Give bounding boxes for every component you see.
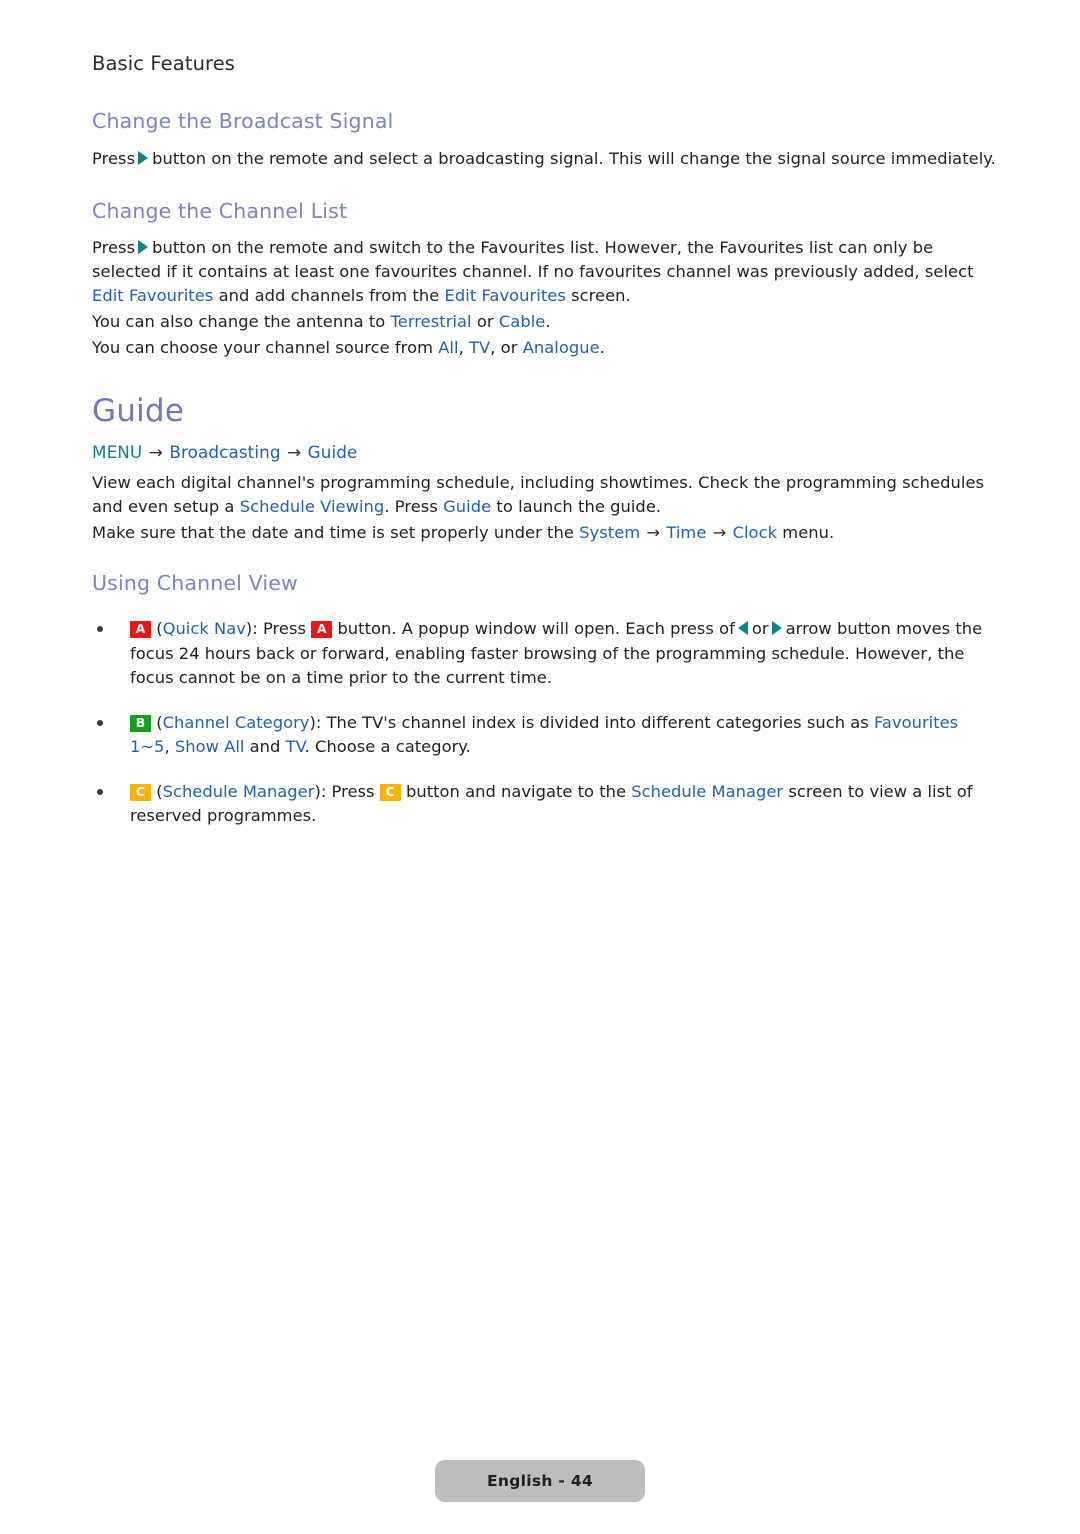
text-guide-part-2: . Press [384, 496, 438, 516]
text-press-label: Press [92, 148, 136, 168]
key-badge-a-icon: A [130, 621, 151, 639]
section-heading-using-channel-view: Using Channel View [92, 570, 298, 595]
paragraph-broadcast-signal: Press button on the remote and select a b… [92, 147, 998, 171]
breadcrumb-item-broadcasting: Broadcasting [169, 441, 281, 462]
text-antenna-part-1: You can also change the antenna to [92, 312, 386, 332]
right-arrow-icon [138, 240, 149, 255]
menu-arrow-icon: → [646, 522, 661, 542]
text-category-part-2: . Choose a category. [304, 737, 471, 757]
term-tv: TV [469, 338, 491, 358]
term-schedule-manager: Schedule Manager [162, 781, 315, 801]
key-badge-c-inline-icon: C [379, 783, 401, 801]
term-all: All [438, 338, 459, 358]
term-terrestrial: Terrestrial [390, 312, 472, 332]
term-clock: Clock [732, 522, 778, 542]
document-page: Basic Features Change the Broadcast Sign… [0, 0, 1080, 1534]
text-clock-part-2: menu. [782, 522, 835, 542]
menu-arrow-icon: → [712, 522, 727, 542]
running-head: Basic Features [92, 52, 236, 75]
term-analogue: Analogue [522, 338, 600, 358]
text-close-paren: ): The TV's channel index is divided int… [309, 712, 869, 732]
term-schedule-manager-screen: Schedule Manager [631, 781, 784, 801]
right-arrow-icon [771, 621, 782, 636]
text-channel-list-part-1: button on the remote and switch to the F… [92, 238, 974, 282]
text-channel-list-part-2: and add channels from the [218, 286, 440, 306]
term-cable: Cable [498, 312, 546, 332]
text-quick-nav-part-1: button. A popup window will open. Each p… [337, 619, 735, 639]
text-guide-part-3: to launch the guide. [496, 496, 662, 516]
term-guide: Guide [443, 496, 492, 516]
text-source-part-2: , or [490, 338, 518, 358]
text-press-label: Press [92, 238, 136, 258]
key-badge-a-inline-icon: A [311, 621, 333, 639]
text-quick-nav-part-2: or [751, 619, 769, 639]
text-source-sep-1: , [458, 338, 464, 358]
paragraph-guide-2: Make sure that the date and time is set … [92, 521, 998, 545]
key-badge-c-icon: C [130, 783, 151, 801]
term-edit-favourites-screen: Edit Favourites [444, 286, 566, 306]
list-item: B (Channel Category): The TV's channel i… [90, 711, 998, 760]
term-tv: TV [285, 737, 305, 757]
text-schedule-manager-part-1: button and navigate to the [406, 781, 627, 801]
text-close-paren: ): Press [314, 781, 375, 801]
term-time: Time [666, 522, 707, 542]
text-close-paren: ): Press [245, 619, 306, 639]
text-category-sep-1: , [164, 737, 170, 757]
channel-view-bullet-list: A (Quick Nav): Press A button. A popup w… [90, 617, 998, 829]
text-antenna-part-2: or [476, 312, 494, 332]
term-show-all: Show All [174, 737, 245, 757]
paragraph-channel-list-1: Press button on the remote and switch to … [92, 236, 998, 308]
breadcrumb-arrow-icon: → [148, 441, 163, 462]
text-broadcast-signal-body: button on the remote and select a broadc… [152, 148, 996, 168]
page-footer: English - 44 [0, 1460, 1080, 1502]
breadcrumb-root-menu: MENU [92, 441, 143, 462]
text-category-part-1: and [249, 737, 281, 757]
term-edit-favourites: Edit Favourites [92, 286, 214, 306]
text-clock-part-1: Make sure that the date and time is set … [92, 522, 574, 542]
list-item: A (Quick Nav): Press A button. A popup w… [90, 617, 998, 691]
section-heading-channel-list: Change the Channel List [92, 198, 348, 223]
page-number-badge: English - 44 [435, 1460, 645, 1502]
text-source-part-3: . [599, 338, 605, 358]
list-item: C (Schedule Manager): Press C button and… [90, 780, 998, 829]
key-badge-b-icon: B [130, 714, 151, 732]
paragraph-channel-list-2: You can also change the antenna to Terre… [92, 310, 998, 334]
breadcrumb-menu-path: MENU → Broadcasting → Guide [92, 442, 998, 462]
paragraph-guide-1: View each digital channel's programming … [92, 471, 998, 519]
right-arrow-icon [138, 150, 149, 165]
term-channel-category: Channel Category [162, 712, 310, 732]
term-quick-nav: Quick Nav [162, 619, 246, 639]
paragraph-channel-list-3: You can choose your channel source from … [92, 336, 998, 360]
page-title-guide: Guide [92, 393, 185, 430]
section-heading-broadcast-signal: Change the Broadcast Signal [92, 109, 394, 133]
text-channel-list-part-3: screen. [571, 286, 631, 306]
text-antenna-part-3: . [545, 312, 551, 332]
text-source-part-1: You can choose your channel source from [92, 338, 433, 358]
breadcrumb-arrow-icon: → [287, 441, 302, 462]
term-schedule-viewing: Schedule Viewing [239, 496, 385, 516]
left-arrow-icon [737, 621, 748, 636]
term-system: System [579, 522, 641, 542]
breadcrumb-item-guide: Guide [307, 441, 358, 462]
